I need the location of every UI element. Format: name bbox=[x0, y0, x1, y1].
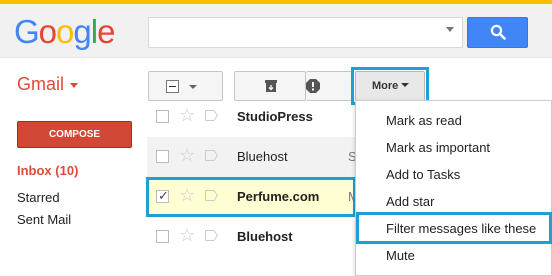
google-logo[interactable]: Google bbox=[14, 13, 115, 50]
gmail-window: Google Gmail More COMPOSE Inbox (10) Sta… bbox=[0, 0, 552, 276]
message-checkbox[interactable] bbox=[156, 110, 169, 123]
importance-marker-icon[interactable] bbox=[205, 230, 218, 241]
menu-item-mark-as-read[interactable]: Mark as read bbox=[356, 107, 551, 134]
logo-letter: o bbox=[56, 13, 74, 50]
message-row[interactable]: ☆ StudioPress bbox=[147, 97, 357, 137]
search-input[interactable] bbox=[148, 17, 463, 48]
selected-row-highlight bbox=[146, 177, 356, 217]
chevron-down-icon bbox=[401, 83, 410, 87]
chevron-down-icon bbox=[70, 82, 79, 88]
search-options-icon[interactable] bbox=[446, 27, 454, 32]
logo-letter: G bbox=[14, 13, 40, 50]
menu-item-add-to-tasks[interactable]: Add to Tasks bbox=[356, 161, 551, 188]
sidebar-item-inbox[interactable]: Inbox (10) bbox=[17, 163, 78, 178]
checkbox-icon bbox=[166, 80, 179, 93]
menu-item-mute[interactable]: Mute bbox=[356, 242, 551, 269]
logo-letter: g bbox=[73, 13, 91, 50]
compose-label: COMPOSE bbox=[48, 129, 101, 140]
star-icon[interactable]: ☆ bbox=[179, 145, 195, 165]
star-icon[interactable]: ☆ bbox=[179, 225, 195, 245]
menu-item-mark-as-important[interactable]: Mark as important bbox=[356, 134, 551, 161]
sidebar-item-sent-mail[interactable]: Sent Mail bbox=[17, 212, 71, 227]
more-menu: Mark as read Mark as important Add to Ta… bbox=[355, 100, 552, 276]
message-sender: Bluehost bbox=[237, 149, 288, 164]
more-label: More bbox=[372, 80, 399, 92]
message-sender: StudioPress bbox=[237, 109, 313, 124]
menu-item-add-star[interactable]: Add star bbox=[356, 188, 551, 215]
message-checkbox[interactable] bbox=[156, 230, 169, 243]
message-row[interactable]: ☆ Bluehost S bbox=[147, 137, 357, 177]
gmail-label: Gmail bbox=[17, 74, 65, 94]
importance-marker-icon[interactable] bbox=[205, 110, 218, 121]
report-spam-icon bbox=[306, 79, 320, 93]
message-row[interactable]: ☆ Bluehost bbox=[147, 217, 357, 257]
filter-messages-highlight bbox=[356, 212, 552, 244]
logo-letter: o bbox=[38, 13, 57, 50]
star-icon[interactable]: ☆ bbox=[179, 105, 195, 125]
sidebar-item-starred[interactable]: Starred bbox=[17, 190, 60, 205]
gmail-menu[interactable]: Gmail bbox=[17, 74, 79, 95]
search-icon bbox=[490, 24, 506, 40]
message-checkbox[interactable] bbox=[156, 150, 169, 163]
archive-icon bbox=[265, 80, 277, 92]
top-bar: Google bbox=[0, 0, 552, 58]
importance-marker-icon[interactable] bbox=[205, 150, 218, 161]
logo-letter: e bbox=[97, 13, 115, 50]
message-sender: Bluehost bbox=[237, 229, 293, 244]
chevron-down-icon bbox=[189, 85, 197, 89]
more-button[interactable]: More bbox=[355, 71, 425, 101]
compose-button[interactable]: COMPOSE bbox=[17, 121, 132, 148]
search-button[interactable] bbox=[467, 17, 528, 48]
